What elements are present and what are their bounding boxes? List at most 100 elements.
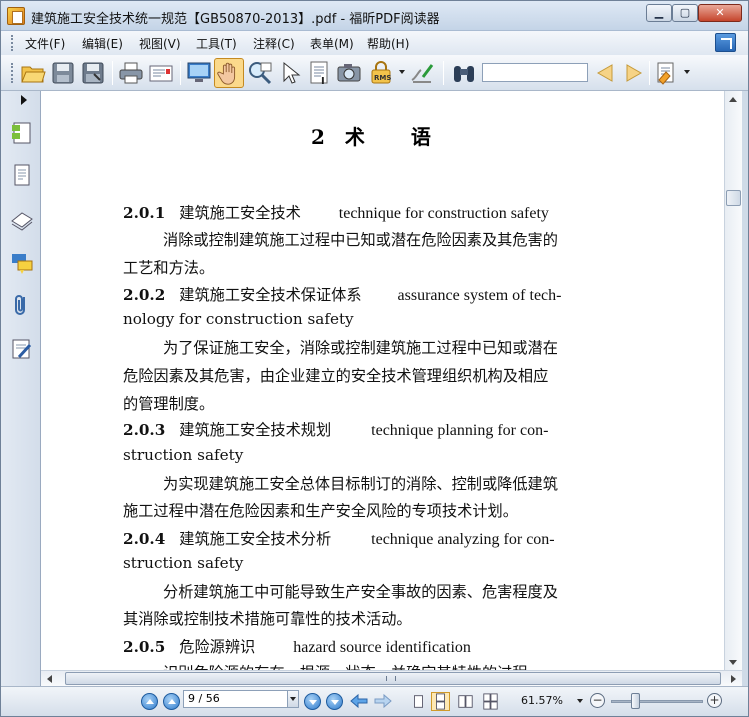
clause-number: 2.0.3 (123, 421, 166, 439)
menu-comment[interactable]: 注释(C) (253, 35, 295, 52)
open-folder-icon[interactable] (20, 60, 46, 86)
continuous-facing-view-icon[interactable] (481, 692, 500, 711)
scroll-up-icon[interactable] (729, 97, 737, 102)
menu-tools[interactable]: 工具(T) (196, 35, 237, 52)
save-icon[interactable] (50, 60, 76, 86)
sign-icon[interactable] (409, 60, 435, 86)
zoom-slider-thumb[interactable] (631, 693, 640, 709)
text-line: 工艺和方法。 (123, 259, 215, 277)
clause-number: 2.0.4 (123, 530, 166, 548)
text-line: 其消除或控制技术措施可靠性的技术活动。 (123, 610, 412, 628)
save-as-icon[interactable] (80, 60, 106, 86)
maximize-button[interactable]: ▢ (672, 4, 698, 22)
vertical-scroll-thumb[interactable] (726, 190, 741, 206)
zoom-dropdown-arrow[interactable] (577, 699, 583, 703)
scroll-down-icon[interactable] (729, 660, 737, 665)
rms-lock-icon[interactable]: RMS (368, 60, 394, 86)
search-input[interactable] (482, 63, 588, 82)
toolbar-grip[interactable] (11, 63, 14, 83)
find-previous-icon[interactable] (592, 60, 618, 86)
toolbar-separator (112, 61, 113, 85)
last-page-icon[interactable] (326, 693, 343, 710)
term-entry-2-0-2: 2.0.2 建筑施工安全技术保证体系 assurance system of tec… (123, 283, 561, 305)
term-entry-2-0-3: 2.0.3 建筑施工安全技术规划 technique planning for co… (123, 418, 548, 440)
menu-help[interactable]: 帮助(H) (367, 35, 409, 52)
go-forward-icon[interactable] (374, 693, 392, 709)
highlight-dropdown-arrow[interactable] (684, 70, 690, 74)
text-line: 为了保证施工安全，消除或控制建筑施工过程中已知或潜在 (163, 339, 558, 357)
snapshot-icon[interactable] (336, 60, 362, 86)
term-entry-2-0-1: 2.0.1 建筑施工安全技术 technique for construction … (123, 201, 549, 223)
hand-tool-icon[interactable] (214, 58, 244, 88)
clause-term: 建筑施工安全技术分析 (179, 530, 332, 548)
clause-number: 2.0.5 (123, 638, 166, 656)
sidebar-collapse-icon[interactable] (21, 95, 27, 105)
page-dropdown-arrow[interactable] (287, 691, 298, 707)
binoculars-icon[interactable] (451, 60, 477, 86)
toolbar-separator (443, 61, 444, 85)
text-line: 的管理制度。 (123, 395, 215, 413)
menu-view[interactable]: 视图(V) (139, 35, 181, 52)
foxit-app-icon[interactable] (7, 7, 25, 25)
term-entry-2-0-5: 2.0.5 危险源辨识 hazard source identification (123, 635, 471, 657)
clause-term: 建筑施工安全技术规划 (179, 421, 332, 439)
text-line: 分析建筑施工中可能导致生产安全事故的因素、危害程度及 (163, 583, 558, 601)
zoom-level[interactable]: 61.57% (521, 694, 563, 707)
horizontal-scrollbar[interactable] (41, 670, 742, 686)
title-bar[interactable]: 建筑施工安全技术统一规范【GB50870-2013】.pdf - 福昕PDF阅读… (1, 1, 748, 31)
facing-view-icon[interactable] (456, 692, 475, 711)
clause-english: technique planning for con- (371, 422, 549, 439)
zoom-slider-track[interactable] (611, 700, 703, 703)
scroll-right-icon[interactable] (731, 675, 736, 683)
toolbar-separator (180, 61, 181, 85)
heading-word-2: 语 (410, 125, 433, 149)
app-window: 建筑施工安全技术统一规范【GB50870-2013】.pdf - 福昕PDF阅读… (0, 0, 749, 717)
single-page-view-icon[interactable] (409, 692, 428, 711)
horizontal-scroll-thumb[interactable] (65, 672, 721, 685)
text-select-icon[interactable]: I (306, 60, 332, 86)
monitor-icon[interactable] (186, 60, 212, 86)
select-arrow-icon[interactable] (277, 60, 303, 86)
comments-icon[interactable] (10, 251, 34, 275)
email-icon[interactable] (148, 60, 174, 86)
svg-text:I: I (321, 76, 325, 86)
highlight-icon[interactable] (653, 60, 679, 86)
print-icon[interactable] (118, 60, 144, 86)
clause-english: assurance system of tech- (397, 287, 562, 304)
vertical-scrollbar[interactable] (724, 91, 742, 671)
zoom-out-icon[interactable]: − (590, 693, 605, 708)
close-button[interactable]: ✕ (698, 4, 742, 22)
previous-page-icon[interactable] (163, 693, 180, 710)
layers-icon[interactable] (10, 207, 34, 231)
status-bar: 9 / 56 61.57% − + (1, 686, 748, 716)
zoom-in-icon[interactable]: + (707, 693, 722, 708)
attachments-icon[interactable] (10, 293, 34, 317)
main-toolbar: I RMS (1, 55, 748, 91)
minimize-button[interactable]: ▁ (646, 4, 672, 22)
bookmarks-icon[interactable] (10, 121, 34, 145)
text-line: 为实现建筑施工安全总体目标制订的消除、控制或降低建筑 (163, 475, 558, 493)
go-back-icon[interactable] (350, 693, 368, 709)
heading-number: 2 (311, 125, 327, 149)
menu-edit[interactable]: 编辑(E) (82, 35, 123, 52)
page-number-input[interactable]: 9 / 56 (183, 690, 299, 708)
menu-grip[interactable] (11, 35, 14, 51)
text-line-en: struction safety (123, 446, 244, 464)
first-page-icon[interactable] (141, 693, 158, 710)
chapter-heading: 2术 语 (311, 121, 433, 150)
next-page-icon[interactable] (304, 693, 321, 710)
document-page[interactable]: 2术 语 2.0.1 建筑施工安全技术 technique for construct… (41, 91, 724, 671)
rms-dropdown-arrow[interactable] (399, 70, 405, 74)
zoom-glass-icon[interactable] (247, 60, 273, 86)
find-next-icon[interactable] (621, 60, 647, 86)
clause-english: technique for construction safety (338, 205, 549, 222)
page-thumbnails-icon[interactable] (10, 163, 34, 187)
scroll-left-icon[interactable] (47, 675, 52, 683)
menu-form[interactable]: 表单(M) (310, 35, 354, 52)
rms-label: RMS (374, 74, 391, 82)
clause-number: 2.0.2 (123, 286, 166, 304)
continuous-view-icon[interactable] (431, 692, 450, 711)
menu-file[interactable]: 文件(F) (25, 35, 65, 52)
signatures-icon[interactable] (10, 337, 34, 361)
expand-icon[interactable] (715, 33, 736, 52)
